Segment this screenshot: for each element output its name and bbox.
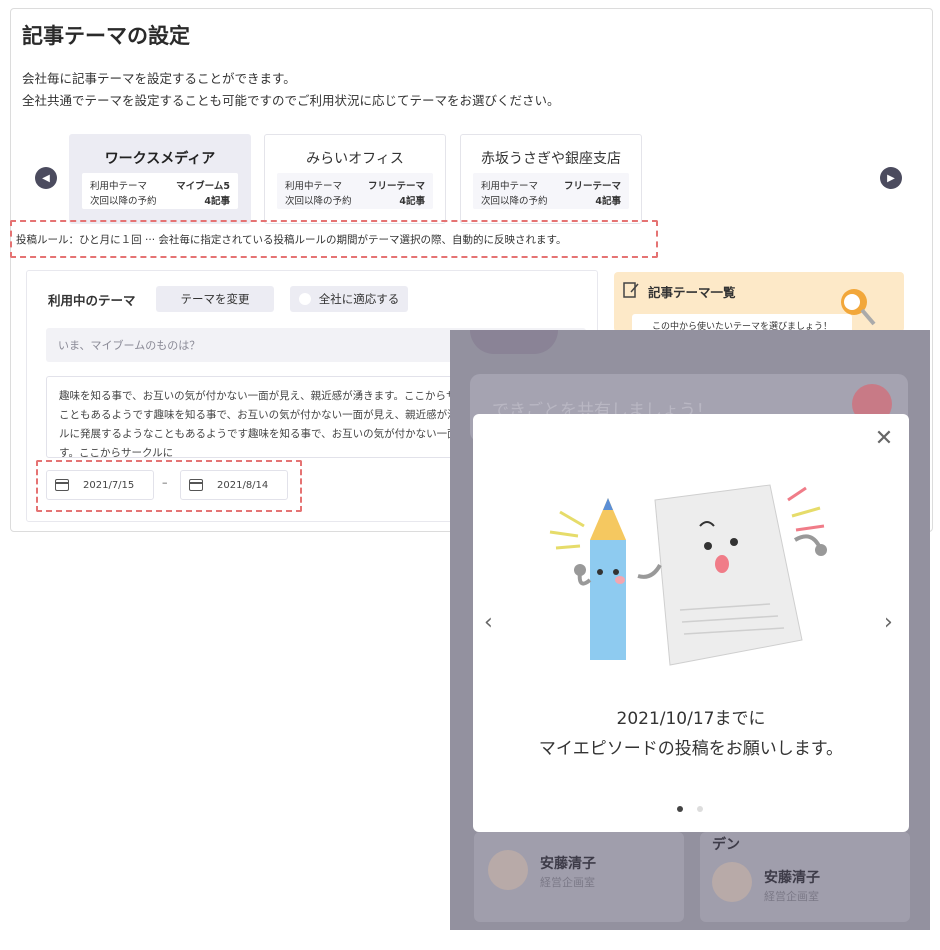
chevron-left-icon[interactable]: ‹ — [484, 610, 493, 635]
date-to-value: 2021/8/14 — [217, 479, 269, 491]
company-card-1[interactable]: みらいオフィス 利用中テーマ フリーテーマ 次回以降の予約 4記事 — [264, 134, 446, 224]
company-theme-info: 利用中テーマ フリーテーマ 次回以降の予約 4記事 — [473, 173, 629, 209]
chevron-right-icon[interactable]: › — [884, 610, 893, 635]
pencil-and-paper-illustration — [549, 484, 827, 666]
posting-rule-text: 投稿ルール：ひと月に１回 ··· 会社毎に指定されている投稿ルールの期間がテーマ… — [16, 234, 567, 246]
close-icon[interactable]: ✕ — [873, 428, 895, 450]
current-theme-heading: 利用中のテーマ — [48, 293, 136, 308]
description-line-1: 会社毎に記事テーマを設定することができます。 — [22, 71, 296, 86]
current-theme-value: フリーテーマ — [563, 181, 621, 192]
radio-icon — [298, 293, 311, 305]
current-theme-value: フリーテーマ — [367, 181, 425, 192]
carousel-next-button[interactable]: ▶ — [880, 167, 902, 189]
company-name: みらいオフィス — [306, 151, 404, 167]
theme-list-title: 記事テーマ一覧 — [648, 285, 736, 300]
company-name: ワークスメディア — [104, 151, 216, 167]
next-reservation-value: 4記事 — [399, 196, 425, 207]
next-reservation-value: 4記事 — [204, 196, 230, 207]
user-role: 経営企画室 — [540, 876, 595, 889]
avatar — [488, 850, 528, 890]
current-theme-label: 利用中テーマ — [481, 181, 539, 192]
company-name: 赤坂うさぎや銀座支店 — [481, 151, 621, 167]
user-name: 安藤清子 — [540, 856, 596, 872]
next-reservation-label: 次回以降の予約 — [90, 196, 157, 207]
current-theme-value: マイブーム5 — [176, 181, 230, 192]
next-reservation-label: 次回以降の予約 — [481, 196, 548, 207]
description-line-2: 全社共通でテーマを設定することも可能ですのでご利用状況に応じてテーマをお選びくだ… — [22, 93, 560, 108]
reminder-date-text: 2021/10/17までに — [616, 709, 766, 729]
page-title: 記事テーマの設定 — [22, 24, 190, 48]
user-name: 安藤清子 — [764, 870, 820, 886]
reminder-message-text: マイエピソードの投稿をお願いします。 — [538, 739, 844, 759]
chevron-right-icon: ▶ — [887, 172, 895, 184]
partial-text: デン — [712, 837, 740, 853]
chevron-left-icon: ◀ — [42, 172, 50, 184]
company-card-2[interactable]: 赤坂うさぎや銀座支店 利用中テーマ フリーテーマ 次回以降の予約 4記事 — [460, 134, 642, 224]
calendar-icon — [55, 479, 69, 491]
apply-all-toggle[interactable]: 全社に適応する — [290, 286, 408, 312]
company-theme-info: 利用中テーマ マイブーム5 次回以降の予約 4記事 — [82, 173, 238, 209]
apply-all-label: 全社に適応する — [318, 292, 400, 306]
date-from-field[interactable]: 2021/7/15 — [46, 470, 154, 500]
avatar — [470, 330, 558, 354]
pagination-dot-active[interactable] — [677, 806, 683, 812]
calendar-icon — [189, 479, 203, 491]
carousel-prev-button[interactable]: ◀ — [35, 167, 57, 189]
user-role: 経営企画室 — [764, 890, 819, 903]
avatar — [712, 862, 752, 902]
edit-icon — [623, 282, 639, 298]
change-theme-button[interactable]: テーマを変更 — [156, 286, 274, 312]
current-theme-label: 利用中テーマ — [285, 181, 343, 192]
company-theme-info: 利用中テーマ フリーテーマ 次回以降の予約 4記事 — [277, 173, 433, 209]
date-to-field[interactable]: 2021/8/14 — [180, 470, 288, 500]
next-reservation-value: 4記事 — [595, 196, 621, 207]
company-card-0[interactable]: ワークスメディア 利用中テーマ マイブーム5 次回以降の予約 4記事 — [69, 134, 251, 224]
date-separator: – — [162, 476, 168, 489]
date-from-value: 2021/7/15 — [83, 479, 135, 491]
lamp-icon — [841, 289, 876, 326]
current-theme-label: 利用中テーマ — [90, 181, 148, 192]
pagination-dot[interactable] — [697, 806, 703, 812]
next-reservation-label: 次回以降の予約 — [285, 196, 352, 207]
